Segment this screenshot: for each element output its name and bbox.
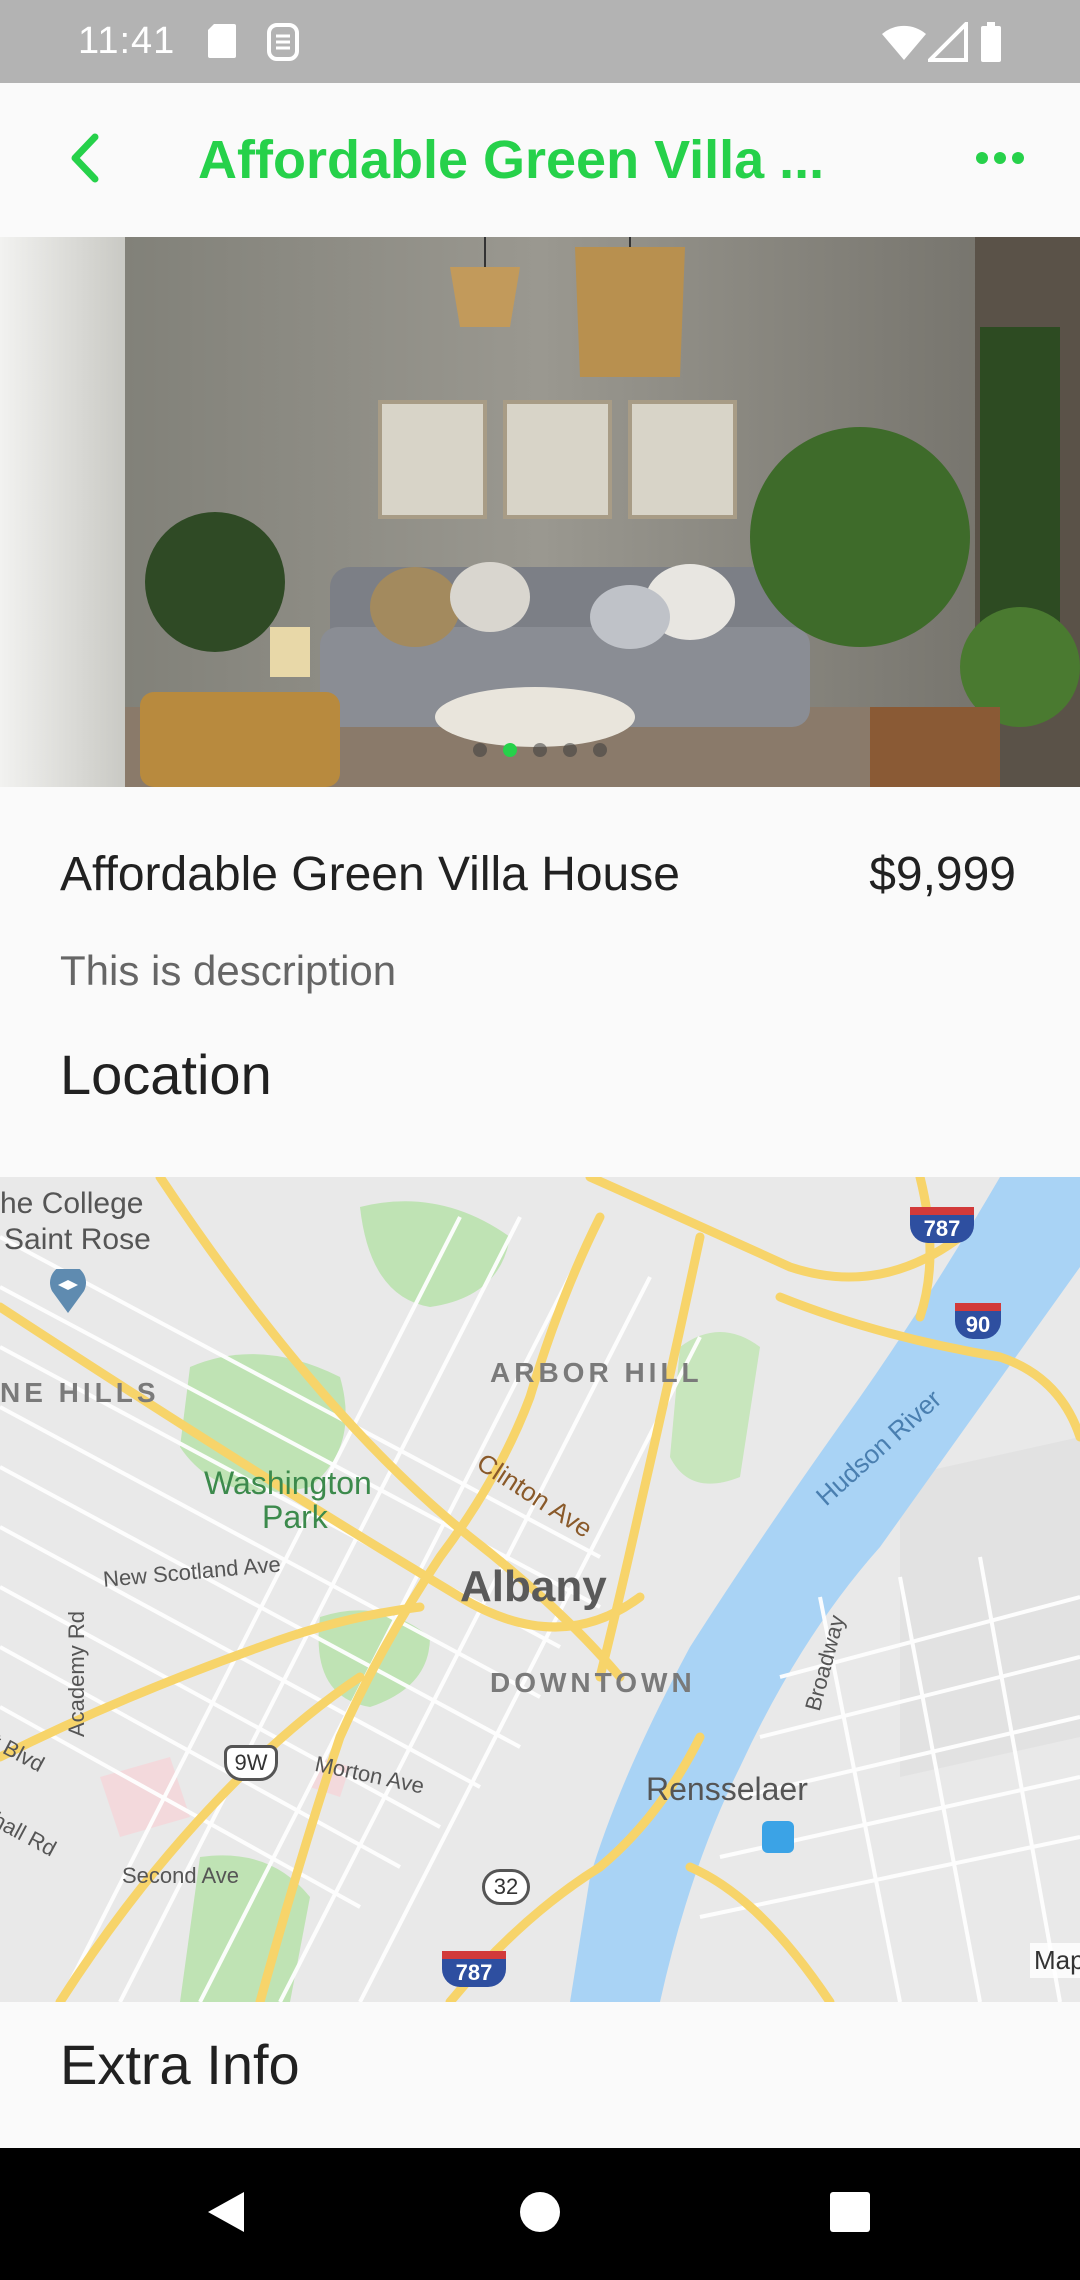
chevron-left-icon <box>65 133 105 188</box>
map-label-pine-hills: NE HILLS <box>0 1377 160 1408</box>
map-label-rensselaer: Rensselaer <box>646 1771 808 1807</box>
map-label-academy-rd: Academy Rd <box>64 1611 89 1737</box>
train-station-icon <box>762 1821 794 1853</box>
signal-icon <box>925 19 968 67</box>
map-label-saint-rose: Saint Rose <box>4 1223 151 1256</box>
map-attribution: Map <box>1030 1943 1080 1978</box>
us-9w-shield: 9W <box>224 1745 278 1781</box>
sim-icon <box>266 22 300 67</box>
gallery-page-indicator <box>0 743 1080 757</box>
location-heading: Location <box>60 1043 272 1106</box>
property-price: $9,999 <box>869 848 1016 901</box>
page-title: Affordable Green Villa ... <box>198 130 825 190</box>
map-label-arbor-hill: ARBOR HILL <box>490 1357 703 1388</box>
status-bar: 11:41 <box>0 0 1080 83</box>
wifi-icon <box>880 22 928 67</box>
living-room-photo <box>0 237 1080 787</box>
route-32-shield: 32 <box>482 1869 530 1905</box>
nav-home-button[interactable] <box>510 2184 570 2244</box>
page-dot[interactable] <box>533 743 547 757</box>
map-label-park: Park <box>262 1499 328 1535</box>
map-label-college: he College <box>0 1187 144 1220</box>
map-label-second-ave: Second Ave <box>122 1863 240 1888</box>
map-label-downtown: DOWNTOWN <box>490 1667 696 1698</box>
back-button[interactable] <box>50 125 120 195</box>
app-bar: Affordable Green Villa ... <box>0 83 1080 237</box>
extra-info-section: Extra Info <box>0 2002 1080 2148</box>
page-dot[interactable] <box>563 743 577 757</box>
map-label-washington: Washington <box>204 1465 372 1501</box>
page-dot-active[interactable] <box>503 743 517 757</box>
property-photo[interactable] <box>0 237 1080 787</box>
property-details: Affordable Green Villa House $9,999 This… <box>0 787 1080 1177</box>
interstate-787-shield: 787 <box>910 1207 974 1243</box>
nav-back-button[interactable] <box>196 2184 256 2244</box>
page-dot[interactable] <box>473 743 487 757</box>
back-triangle-icon <box>204 2188 248 2241</box>
system-nav-bar <box>0 2148 1080 2280</box>
page-dot[interactable] <box>593 743 607 757</box>
property-name: Affordable Green Villa House <box>60 848 680 901</box>
map-label-albany: Albany <box>460 1562 607 1611</box>
recents-square-icon <box>828 2190 872 2239</box>
more-horizontal-icon <box>975 151 1025 170</box>
interstate-90-shield: 90 <box>955 1303 1001 1339</box>
extra-info-heading: Extra Info <box>60 2033 300 2096</box>
home-circle-icon <box>518 2190 562 2239</box>
more-options-button[interactable] <box>960 125 1040 195</box>
status-time: 11:41 <box>78 20 176 62</box>
sd-card-icon <box>206 22 238 65</box>
property-description: This is description <box>60 947 397 994</box>
location-map[interactable]: he College Saint Rose NE HILLS ARBOR HIL… <box>0 1177 1080 2002</box>
nav-recents-button[interactable] <box>820 2184 880 2244</box>
interstate-787-shield-bottom: 787 <box>442 1951 506 1987</box>
battery-icon <box>980 22 1002 67</box>
